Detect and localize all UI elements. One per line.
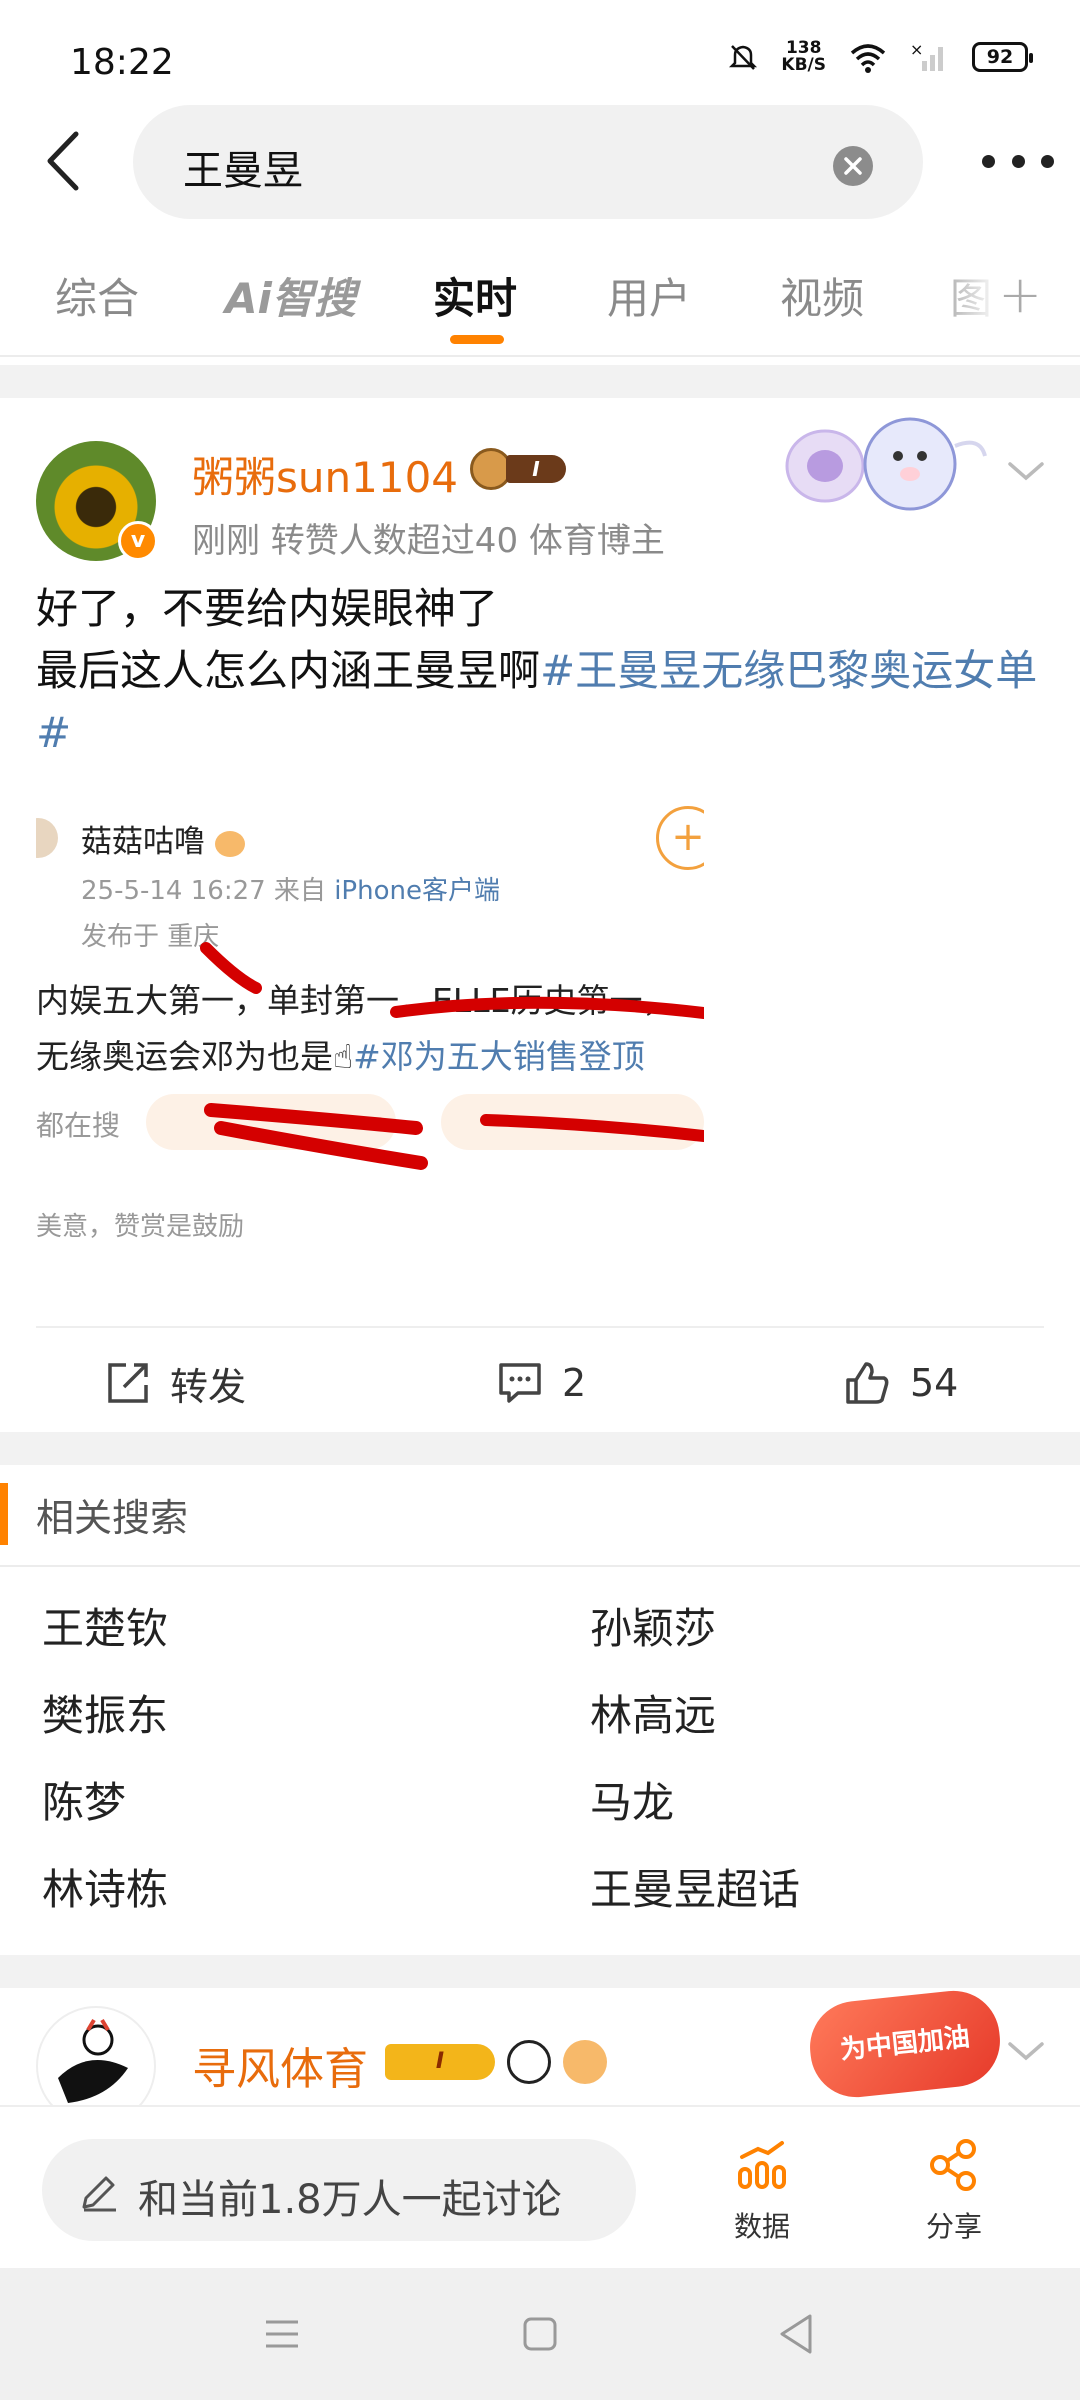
related-searches: 相关搜索 王楚钦 孙颖莎 樊振东 林高远 陈梦 马龙 林诗栋 王曼昱超话	[0, 1465, 1080, 1955]
related-item[interactable]: 林高远	[590, 1682, 716, 1743]
related-item[interactable]: 孙颖莎	[590, 1595, 716, 1656]
svg-text:×: ×	[910, 41, 923, 59]
wifi-icon	[850, 44, 886, 73]
data-label: 数据	[733, 2210, 790, 2243]
search-query: 王曼昱	[183, 148, 303, 194]
share-icon	[930, 2139, 976, 2191]
tab-realtime[interactable]: 实时	[433, 265, 517, 326]
menu-icon[interactable]	[262, 2316, 302, 2352]
discussion-input[interactable]: 和当前1.8万人一起讨论	[42, 2139, 636, 2241]
related-item[interactable]: 王曼昱超话	[590, 1856, 800, 1917]
mute-icon	[729, 45, 758, 70]
repost-label: 转发	[170, 1364, 247, 1409]
post-meta: 刚刚 转赞人数超过40 体育博主	[192, 521, 665, 561]
share-button[interactable]: 分享	[894, 2137, 1014, 2245]
sticker-icon	[785, 417, 987, 511]
status-time: 18:22	[70, 42, 174, 83]
home-icon[interactable]	[522, 2316, 558, 2352]
more-options-button[interactable]	[982, 146, 1054, 176]
thumbs-up-icon	[846, 1362, 889, 1404]
system-nav-bar	[0, 2268, 1080, 2400]
search-tabs: 综合 Ai智搜 实时 用户 视频 图 +	[0, 245, 1080, 355]
post-line-2-text: 最后这人怎么内涵王曼昱啊	[36, 646, 541, 695]
back-nav-icon[interactable]	[776, 2312, 816, 2356]
post-username[interactable]: 寻风体育	[192, 2033, 368, 2097]
chevron-down-icon[interactable]	[1006, 456, 1046, 486]
tab-users[interactable]: 用户	[607, 265, 691, 326]
post-line-1: 好了，不要给内娱眼神了	[36, 584, 499, 633]
cheer-china-badge: 为中国加油	[805, 1988, 1005, 2102]
related-item[interactable]: 马龙	[590, 1769, 674, 1830]
comment-button[interactable]: 2	[496, 1353, 586, 1413]
data-button[interactable]: 数据	[702, 2137, 822, 2245]
pufferfish-icon	[563, 2040, 607, 2084]
signal-icon: ×	[910, 41, 943, 71]
post-image[interactable]: 菇菇咕噜 + 25-5-14 16:27 来自 iPhone客户端 发布于 重庆…	[36, 798, 704, 1293]
comment-count: 2	[562, 1361, 587, 1405]
red-scribble	[200, 942, 704, 1170]
tab-ai-search[interactable]: Ai智搜	[225, 265, 356, 326]
related-item[interactable]: 陈梦	[42, 1769, 126, 1830]
post-username[interactable]: 粥粥sun1104	[192, 444, 458, 505]
discussion-placeholder: 和当前1.8万人一起讨论	[138, 2177, 562, 2223]
add-tab-button[interactable]: +	[998, 265, 1042, 325]
post-text: 好了，不要给内娱眼神了 最后这人怎么内涵王曼昱啊#王曼昱无缘巴黎奥运女单#	[36, 578, 1046, 764]
search-header: 王曼昱	[0, 100, 1080, 225]
close-icon	[844, 157, 862, 175]
related-title: 相关搜索	[36, 1496, 189, 1540]
chart-icon	[738, 2141, 786, 2189]
repost-button[interactable]: 转发	[104, 1353, 246, 1413]
bottom-bar: 和当前1.8万人一起讨论 数据 分享	[0, 2105, 1080, 2267]
user-medal[interactable]: I	[470, 448, 566, 490]
battery-indicator: 92	[972, 42, 1033, 72]
post-line-2: 最后这人怎么内涵王曼昱啊#王曼昱无缘巴黎奥运女单#	[36, 640, 1046, 764]
related-item[interactable]: 王楚钦	[42, 1595, 168, 1656]
repost-icon	[108, 1363, 148, 1403]
tab-video[interactable]: 视频	[780, 265, 864, 326]
crown-level-badge: I	[385, 2044, 495, 2080]
related-item[interactable]: 樊振东	[42, 1682, 168, 1743]
net-speed-unit: KB/S	[781, 55, 826, 75]
comment-icon	[499, 1363, 541, 1403]
tab-comprehensive[interactable]: 综合	[55, 265, 139, 326]
post-card[interactable]: v 粥粥sun1104 I 刚刚 转赞人数超过40 体育博主 好了，不要给内娱眼…	[0, 398, 1080, 1432]
search-input[interactable]: 王曼昱	[133, 105, 923, 219]
like-button[interactable]: 54	[842, 1353, 958, 1413]
clear-search-button[interactable]	[833, 146, 873, 186]
back-button[interactable]	[38, 128, 98, 194]
level-badge: I	[506, 455, 566, 483]
avatar[interactable]	[36, 2006, 156, 2108]
status-icons: 138 KB/S × 92	[727, 40, 1033, 74]
post-card[interactable]: 寻风体育 I 为中国加油	[0, 1988, 1080, 2108]
chevron-down-icon[interactable]	[1006, 2036, 1046, 2066]
verified-badge-icon: v	[118, 521, 158, 561]
pencil-icon	[82, 2176, 116, 2212]
related-item[interactable]: 林诗栋	[42, 1856, 168, 1917]
panda-icon	[507, 2040, 551, 2084]
share-label: 分享	[925, 2210, 982, 2243]
like-count: 54	[910, 1361, 959, 1405]
brush-logo-icon	[58, 2018, 128, 2103]
user-medal[interactable]: I	[385, 2040, 607, 2084]
net-speed: 138 KB/S	[781, 40, 826, 74]
active-tab-indicator	[450, 335, 504, 344]
